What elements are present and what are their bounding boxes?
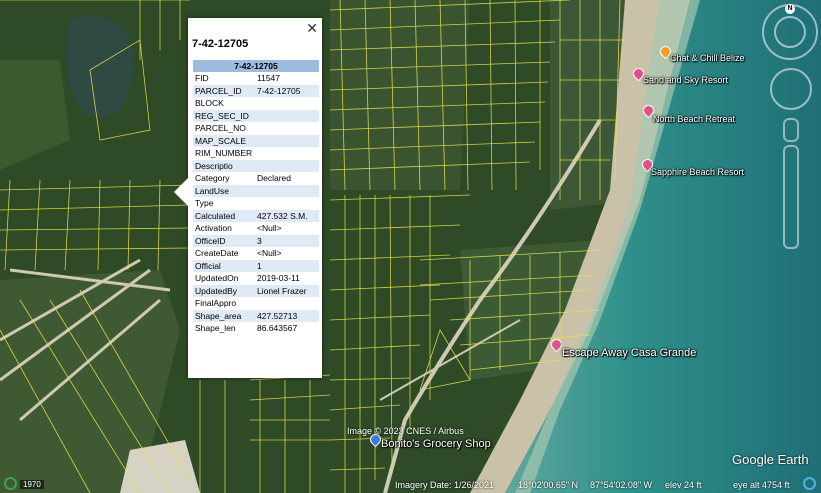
attribute-name: Calculated	[193, 209, 255, 222]
attribute-name: PARCEL_ID	[193, 84, 255, 97]
attribute-value: 11547	[257, 73, 281, 84]
table-row: UpdatedBy Lionel Frazer	[193, 284, 319, 297]
attribute-value	[255, 297, 319, 310]
parcel-attribute-table: 7-42-12705 FID 11547 PARCEL_ID 7-42-12705 BL…	[193, 60, 319, 335]
attribute-name: FinalAppro	[195, 298, 237, 309]
look-joystick[interactable]	[770, 68, 812, 110]
table-row: Activation <Null>	[193, 222, 319, 235]
attribute-name: MAP_SCALE	[193, 134, 255, 147]
attribute-value: 3	[255, 234, 319, 247]
place-label[interactable]: North Beach Retreat	[653, 114, 735, 124]
attribute-name: LandUse	[193, 184, 255, 197]
table-row: FID 11547	[193, 72, 319, 85]
table-row: FinalAppro	[193, 297, 319, 310]
attribute-value: Declared	[257, 173, 292, 184]
attribute-name: RIM_NUMBER	[195, 148, 253, 159]
historical-year[interactable]: 1970	[20, 480, 44, 489]
parcel-info-popup: ✕ 7-42-12705 7-42-12705 FID 11547 PARCEL_I…	[174, 18, 322, 378]
table-row: OfficeID 3	[193, 234, 319, 247]
table-row: UpdatedOn 2019-03-11	[193, 272, 319, 285]
attribute-value: 1	[255, 259, 319, 272]
table-row: MAP_SCALE	[193, 134, 319, 147]
attribute-name: UpdatedOn	[195, 273, 239, 284]
table-header: 7-42-12705	[193, 60, 319, 72]
attribute-name: Category	[195, 173, 230, 184]
table-row: Category Declared	[193, 172, 319, 185]
tour-icon[interactable]	[4, 477, 17, 490]
streaming-icon	[803, 477, 816, 490]
attribute-value: 7-42-12705	[255, 84, 319, 97]
table-row: Type	[193, 197, 319, 210]
table-row: Calculated 427.532 S.M.	[193, 209, 319, 222]
table-row: REG_SEC_ID	[193, 109, 319, 122]
attribute-name: REG_SEC_ID	[193, 109, 255, 122]
table-row: PARCEL_NO	[193, 122, 319, 135]
popup-title: 7-42-12705	[192, 38, 249, 50]
status-bar: 1970 Imagery Date: 1/26/2021 18°02'00.65…	[0, 476, 821, 493]
popup-pointer	[174, 178, 188, 206]
table-row: BLOCK	[193, 97, 319, 110]
table-row: Shape_len 86.643567	[193, 322, 319, 335]
attribute-value	[255, 122, 319, 135]
table-row: PARCEL_ID 7-42-12705	[193, 84, 319, 97]
satellite-map[interactable]	[0, 0, 821, 493]
latitude: 18°02'00.65" N	[518, 480, 579, 490]
attribute-name: BLOCK	[195, 98, 224, 109]
attribute-name: Descriptio	[193, 159, 255, 172]
zoom-slider[interactable]	[783, 118, 799, 142]
place-label[interactable]: Chat & Chill Belize	[670, 53, 745, 63]
attribute-value	[255, 197, 319, 210]
attribute-value: 427.532 S.M.	[255, 209, 319, 222]
attribute-value: 86.643567	[257, 323, 298, 334]
place-label[interactable]: Bonito's Grocery Shop	[381, 438, 491, 450]
attribute-value	[255, 184, 319, 197]
attribute-name: Shape_area	[193, 309, 255, 322]
imagery-date: Imagery Date: 1/26/2021	[395, 480, 495, 490]
eye-altitude: eye alt 4754 ft	[733, 480, 790, 490]
attribute-value: Lionel Frazer	[255, 284, 319, 297]
north-indicator[interactable]: N	[785, 4, 795, 14]
place-label[interactable]: Sapphire Beach Resort	[651, 167, 744, 177]
table-row: RIM_NUMBER	[193, 147, 319, 160]
attribute-name: FID	[195, 73, 209, 84]
attribute-value: <Null>	[257, 248, 282, 259]
table-row: CreateDate <Null>	[193, 247, 319, 260]
table-row: LandUse	[193, 184, 319, 197]
attribute-name: UpdatedBy	[193, 284, 255, 297]
elevation: elev 24 ft	[665, 480, 702, 490]
close-icon[interactable]: ✕	[306, 20, 318, 36]
table-row: Official 1	[193, 259, 319, 272]
google-earth-logo: Google Earth	[732, 452, 809, 467]
attribute-value	[255, 134, 319, 147]
attribute-name: Activation	[195, 223, 232, 234]
attribute-value	[255, 147, 319, 160]
attribute-value: 427.52713	[255, 309, 319, 322]
attribute-name: PARCEL_NO	[195, 123, 246, 134]
attribute-name: OfficeID	[193, 234, 255, 247]
table-row: Shape_area 427.52713	[193, 309, 319, 322]
attribute-name: Official	[193, 259, 255, 272]
attribute-value	[255, 97, 319, 110]
attribute-value	[255, 109, 319, 122]
place-label[interactable]: Sand and Sky Resort	[643, 75, 728, 85]
attribute-name: Shape_len	[195, 323, 236, 334]
compass-inner[interactable]	[774, 16, 806, 48]
attribute-value: <Null>	[257, 223, 282, 234]
imagery-attribution: Image © 2023 CNES / Airbus	[347, 426, 464, 436]
attribute-name: CreateDate	[195, 248, 239, 259]
attribute-name: Type	[195, 198, 214, 209]
attribute-value: 2019-03-11	[257, 273, 300, 284]
table-row: Descriptio	[193, 159, 319, 172]
longitude: 87°54'02.08" W	[590, 480, 653, 490]
place-label[interactable]: Escape Away Casa Grande	[562, 347, 696, 359]
zoom-slider-track[interactable]	[783, 145, 799, 249]
attribute-value	[255, 159, 319, 172]
